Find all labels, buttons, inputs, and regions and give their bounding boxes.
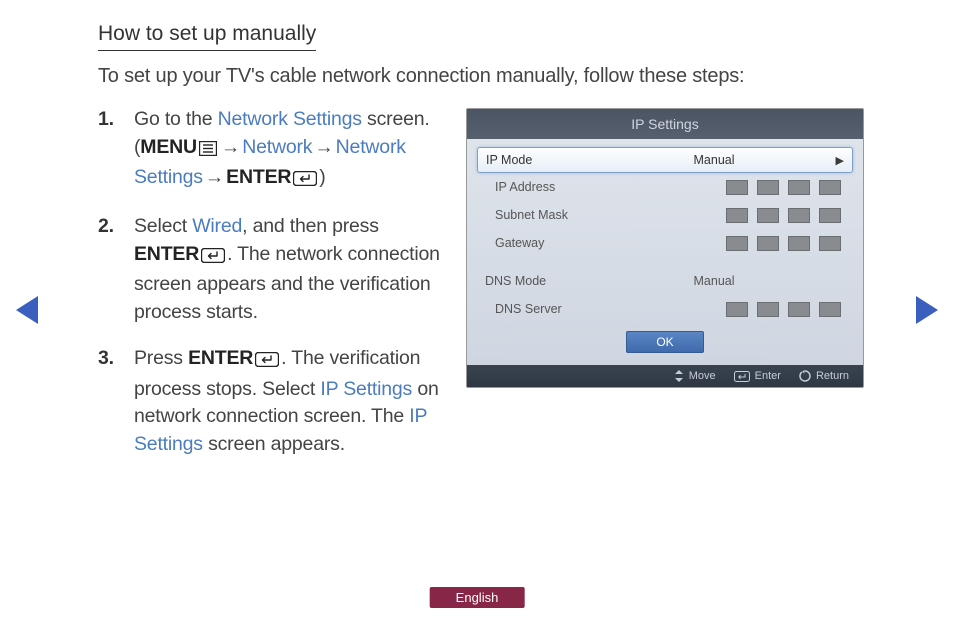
- text: ): [319, 166, 325, 188]
- row-subnet-mask[interactable]: Subnet Mask: [477, 201, 853, 229]
- octet-box[interactable]: [788, 302, 810, 317]
- octet-box[interactable]: [819, 302, 841, 317]
- prev-page-arrow[interactable]: [16, 296, 38, 324]
- octet-box[interactable]: [757, 180, 779, 195]
- value: Manual: [597, 274, 831, 288]
- chevron-right-icon: ▶: [830, 154, 844, 167]
- enter-icon: [201, 244, 225, 272]
- intro-text: To set up your TV's cable network connec…: [98, 65, 864, 88]
- return-icon: [799, 370, 811, 382]
- row-gateway[interactable]: Gateway: [477, 229, 853, 257]
- link-network: Network: [242, 136, 312, 158]
- label-enter: ENTER: [226, 166, 291, 188]
- value: Manual: [598, 153, 830, 167]
- text: , and then press: [242, 215, 379, 237]
- octet-box[interactable]: [819, 208, 841, 223]
- octet-box[interactable]: [819, 180, 841, 195]
- row-dns-server[interactable]: DNS Server: [477, 295, 853, 323]
- octet-box[interactable]: [819, 236, 841, 251]
- menu-icon: [199, 137, 217, 165]
- input-boxes: [597, 180, 845, 195]
- link-wired: Wired: [192, 215, 242, 237]
- octet-box[interactable]: [726, 208, 748, 223]
- label-enter: ENTER: [188, 347, 253, 369]
- octet-box[interactable]: [726, 302, 748, 317]
- octet-box[interactable]: [788, 180, 810, 195]
- language-badge[interactable]: English: [430, 587, 525, 608]
- step-3: Press ENTER. The verification process st…: [98, 345, 442, 459]
- octet-box[interactable]: [726, 180, 748, 195]
- panel-title: IP Settings: [467, 109, 863, 139]
- arrow-icon: →: [312, 134, 335, 162]
- arrow-icon: →: [203, 164, 226, 192]
- label: DNS Mode: [485, 274, 597, 288]
- label: Gateway: [485, 236, 597, 250]
- hint-enter: Enter: [734, 370, 781, 382]
- label: IP Mode: [486, 153, 598, 167]
- section-heading: How to set up manually: [98, 22, 316, 51]
- input-boxes: [597, 236, 845, 251]
- text: screen appears.: [203, 433, 345, 455]
- hint-return: Return: [799, 370, 849, 382]
- link-network-settings: Network Settings: [218, 108, 362, 130]
- arrow-icon: →: [219, 134, 242, 162]
- enter-icon: [293, 167, 317, 195]
- row-ip-mode[interactable]: IP Mode Manual ▶: [477, 147, 853, 173]
- octet-box[interactable]: [788, 236, 810, 251]
- octet-box[interactable]: [726, 236, 748, 251]
- input-boxes: [597, 208, 845, 223]
- text: Press: [134, 347, 188, 369]
- step-1: Go to the Network Settings screen. (MENU…: [98, 106, 442, 195]
- text: Select: [134, 215, 192, 237]
- ip-settings-panel: IP Settings IP Mode Manual ▶ IP Address …: [466, 108, 864, 388]
- label-menu: MENU: [140, 136, 197, 158]
- steps-list: Go to the Network Settings screen. (MENU…: [98, 106, 442, 477]
- input-boxes: [597, 302, 845, 317]
- octet-box[interactable]: [757, 302, 779, 317]
- updown-icon: [674, 370, 684, 382]
- step-2: Select Wired, and then press ENTER. The …: [98, 213, 442, 327]
- row-ip-address[interactable]: IP Address: [477, 173, 853, 201]
- octet-box[interactable]: [757, 236, 779, 251]
- label-enter: ENTER: [134, 243, 199, 265]
- next-page-arrow[interactable]: [916, 296, 938, 324]
- label: IP Address: [485, 180, 597, 194]
- octet-box[interactable]: [788, 208, 810, 223]
- enter-icon: [734, 371, 750, 382]
- label: DNS Server: [485, 302, 597, 316]
- link-ip-settings: IP Settings: [320, 378, 412, 400]
- row-dns-mode[interactable]: DNS Mode Manual: [477, 267, 853, 295]
- panel-footer: Move Enter Return: [467, 365, 863, 387]
- label: Subnet Mask: [485, 208, 597, 222]
- text: Go to the: [134, 108, 218, 130]
- enter-icon: [255, 348, 279, 376]
- octet-box[interactable]: [757, 208, 779, 223]
- hint-move: Move: [674, 370, 716, 382]
- ok-button[interactable]: OK: [626, 331, 704, 353]
